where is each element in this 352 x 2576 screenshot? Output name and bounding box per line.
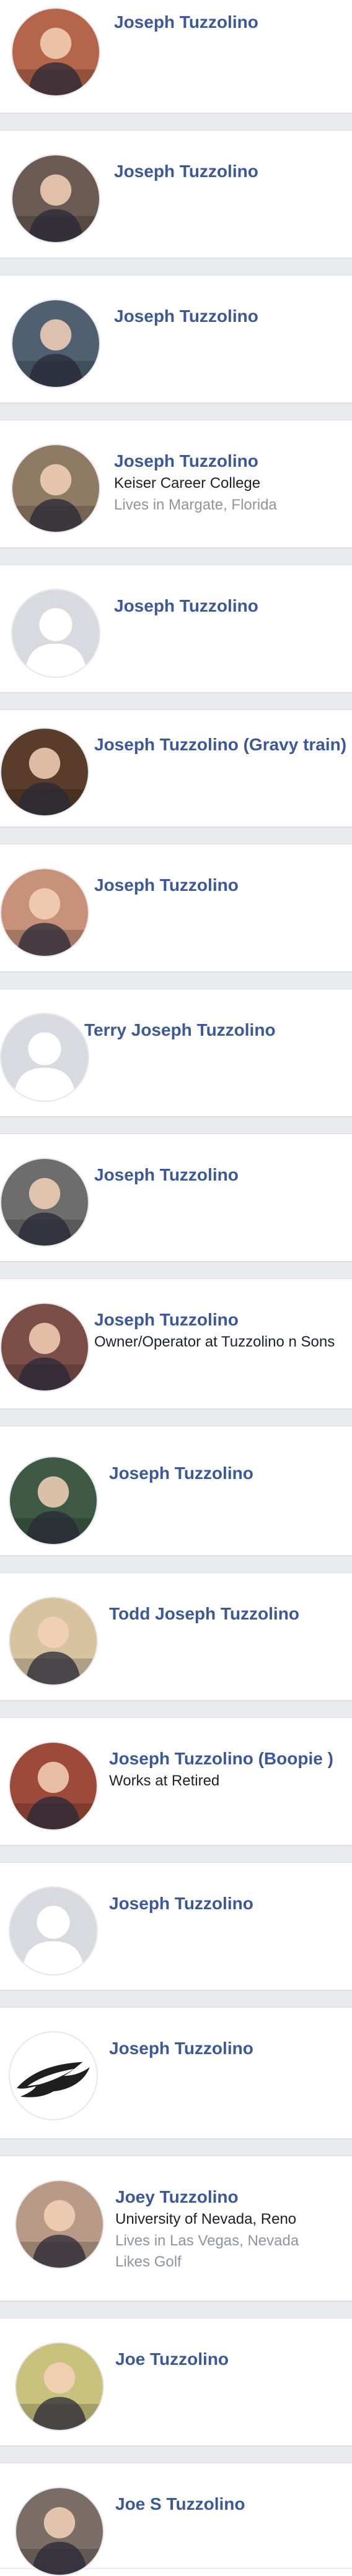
result-info: Joseph Tuzzolino xyxy=(114,160,347,183)
photo-avatar-icon[interactable] xyxy=(9,1597,98,1686)
section-divider xyxy=(0,1262,352,1279)
result-name-link[interactable]: Joseph Tuzzolino xyxy=(114,160,347,183)
result-name-link[interactable]: Joseph Tuzzolino xyxy=(114,305,347,327)
result-info: Joseph Tuzzolino xyxy=(109,2037,347,2060)
result-info: Joseph Tuzzolino xyxy=(114,595,347,617)
result-name-link[interactable]: Joseph Tuzzolino xyxy=(94,1164,347,1186)
section-divider xyxy=(0,403,352,420)
result-name-link[interactable]: Joseph Tuzzolino xyxy=(114,450,347,472)
result-detail: Keiser Career College xyxy=(114,475,261,492)
search-result-item[interactable]: Terry Joseph Tuzzolino xyxy=(0,989,352,1117)
result-info: Todd Joseph Tuzzolino xyxy=(109,1603,347,1625)
result-name-link[interactable]: Joseph Tuzzolino (Gravy train) xyxy=(94,734,347,756)
default-avatar-icon[interactable] xyxy=(9,1886,98,1975)
result-name-link[interactable]: Joseph Tuzzolino xyxy=(114,595,347,617)
section-divider xyxy=(0,2301,352,2318)
search-result-item[interactable]: Joseph Tuzzolino xyxy=(0,1426,352,1556)
result-info: Joey Tuzzolino University of Nevada, Reno… xyxy=(115,2186,347,2273)
result-name-link[interactable]: Terry Joseph Tuzzolino xyxy=(84,1019,347,1041)
photo-avatar-icon[interactable] xyxy=(15,2487,104,2576)
result-detail: Works at Retired xyxy=(109,1772,220,1789)
result-info: Joseph Tuzzolino xyxy=(94,1164,347,1186)
photo-avatar-icon[interactable] xyxy=(15,2180,104,2269)
result-name-link[interactable]: Joseph Tuzzolino xyxy=(109,1462,347,1485)
result-name-link[interactable]: Joseph Tuzzolino xyxy=(109,2037,347,2060)
search-result-item[interactable]: Joseph Tuzzolino xyxy=(0,1863,352,1990)
result-info: Joe Tuzzolino xyxy=(115,2348,347,2370)
section-divider xyxy=(0,2446,352,2463)
section-divider xyxy=(0,972,352,989)
result-info: Joseph Tuzzolino xyxy=(109,1893,347,1915)
result-info: Joseph Tuzzolino (Boopie ) Works at Retir… xyxy=(109,1748,347,1792)
search-result-item[interactable]: Joseph Tuzzolino xyxy=(0,131,352,258)
search-result-item[interactable]: Joe Tuzzolino xyxy=(0,2318,352,2446)
result-name-link[interactable]: Joseph Tuzzolino (Boopie ) xyxy=(109,1748,347,1770)
search-result-item[interactable]: Joseph Tuzzolino Owner/Operator at Tuzzol… xyxy=(0,1279,352,1409)
search-result-item[interactable]: Joe S Tuzzolino xyxy=(0,2463,352,2576)
photo-avatar-icon[interactable] xyxy=(11,444,100,533)
search-result-item[interactable]: Joseph Tuzzolino xyxy=(0,565,352,693)
search-result-item[interactable]: Joseph Tuzzolino (Boopie ) Works at Retir… xyxy=(0,1718,352,1845)
photo-avatar-icon[interactable] xyxy=(0,727,89,817)
result-name-link[interactable]: Joseph Tuzzolino xyxy=(94,874,347,896)
section-divider xyxy=(0,1701,352,1718)
search-results-list: Joseph Tuzzolino Joseph Tuzzolino Joseph T… xyxy=(0,0,352,2576)
result-name-link[interactable]: Joe S Tuzzolino xyxy=(115,2493,347,2515)
result-info: Terry Joseph Tuzzolino xyxy=(84,1019,347,1041)
result-secondary-detail: Likes Golf xyxy=(115,2253,182,2270)
result-info: Joseph Tuzzolino xyxy=(109,1462,347,1485)
search-result-item[interactable]: Todd Joseph Tuzzolino xyxy=(0,1573,352,1701)
section-divider xyxy=(0,548,352,565)
result-info: Joseph Tuzzolino xyxy=(94,874,347,896)
section-divider xyxy=(0,1845,352,1863)
photo-avatar-icon[interactable] xyxy=(11,299,100,388)
photo-avatar-icon[interactable] xyxy=(0,1303,89,1392)
result-info: Joe S Tuzzolino xyxy=(115,2493,347,2515)
result-name-link[interactable]: Todd Joseph Tuzzolino xyxy=(109,1603,347,1625)
photo-avatar-icon[interactable] xyxy=(15,2342,104,2431)
search-result-item[interactable]: Joseph Tuzzolino xyxy=(0,2008,352,2139)
photo-avatar-icon[interactable] xyxy=(0,1158,89,1247)
section-divider xyxy=(0,693,352,710)
search-result-item[interactable]: Joey Tuzzolino University of Nevada, Reno… xyxy=(0,2156,352,2301)
result-info: Joseph Tuzzolino xyxy=(114,11,347,33)
section-divider xyxy=(0,1556,352,1573)
result-info: Joseph Tuzzolino Owner/Operator at Tuzzol… xyxy=(94,1309,347,1353)
search-result-item[interactable]: Joseph Tuzzolino (Gravy train) xyxy=(0,710,352,827)
default-avatar-icon[interactable] xyxy=(0,1013,89,1102)
result-info: Joseph Tuzzolino xyxy=(114,305,347,327)
eagles-logo-icon[interactable] xyxy=(9,2031,98,2120)
result-detail: University of Nevada, Reno xyxy=(115,2211,297,2227)
result-info: Joseph Tuzzolino (Gravy train) xyxy=(94,734,347,756)
search-result-item[interactable]: Joseph Tuzzolino xyxy=(0,0,352,113)
search-result-item[interactable]: Joseph Tuzzolino Keiser Career College Liv… xyxy=(0,420,352,548)
result-secondary-detail: Lives in Las Vegas, Nevada xyxy=(115,2232,299,2249)
result-secondary-detail: Lives in Margate, Florida xyxy=(114,497,277,513)
search-result-item[interactable]: Joseph Tuzzolino xyxy=(0,1134,352,1262)
result-name-link[interactable]: Joseph Tuzzolino xyxy=(109,1893,347,1915)
result-name-link[interactable]: Joseph Tuzzolino xyxy=(114,11,347,33)
search-result-item[interactable]: Joseph Tuzzolino xyxy=(0,844,352,972)
photo-avatar-icon[interactable] xyxy=(11,154,100,243)
section-divider xyxy=(0,1409,352,1426)
search-result-item[interactable]: Joseph Tuzzolino xyxy=(0,275,352,403)
section-divider xyxy=(0,113,352,131)
result-info: Joseph Tuzzolino Keiser Career College Liv… xyxy=(114,450,347,516)
photo-avatar-icon[interactable] xyxy=(9,1741,98,1831)
photo-avatar-icon[interactable] xyxy=(11,7,100,97)
result-detail: Owner/Operator at Tuzzolino n Sons xyxy=(94,1334,335,1350)
default-avatar-icon[interactable] xyxy=(11,589,100,678)
result-name-link[interactable]: Joseph Tuzzolino xyxy=(94,1309,347,1331)
result-name-link[interactable]: Joey Tuzzolino xyxy=(115,2186,347,2208)
photo-avatar-icon[interactable] xyxy=(0,868,89,957)
section-divider xyxy=(0,258,352,275)
section-divider xyxy=(0,1117,352,1134)
section-divider xyxy=(0,2139,352,2156)
section-divider xyxy=(0,1990,352,2008)
section-divider xyxy=(0,827,352,844)
photo-avatar-icon[interactable] xyxy=(9,1456,98,1545)
result-name-link[interactable]: Joe Tuzzolino xyxy=(115,2348,347,2370)
